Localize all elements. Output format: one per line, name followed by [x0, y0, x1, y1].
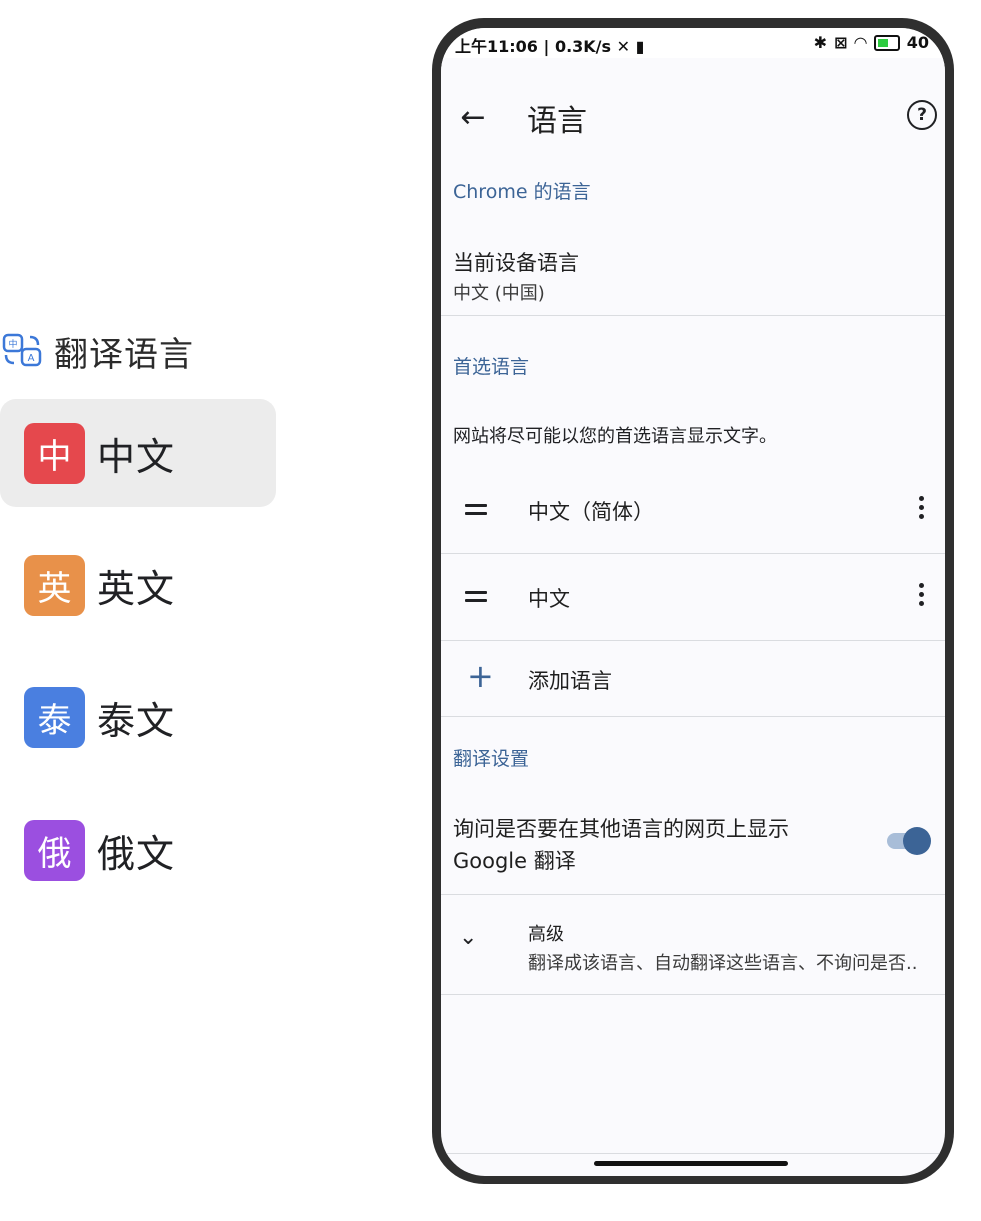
status-right: ✱ ⊠ ◠ 40	[814, 33, 929, 52]
svg-text:中: 中	[8, 338, 17, 350]
status-bar: 上午11:06 | 0.3K/s ✕ ▮ ✱ ⊠ ◠ 40	[441, 28, 945, 58]
language-option-thai[interactable]: 泰 泰文	[0, 663, 276, 771]
home-indicator[interactable]	[594, 1161, 788, 1166]
russian-badge-icon: 俄	[24, 819, 85, 881]
language-option-label: 俄文	[97, 831, 176, 876]
chrome-languages-header: Chrome 的语言	[453, 181, 591, 203]
wifi-icon: ◠	[854, 33, 867, 52]
language-option-label: 泰文	[97, 698, 176, 743]
divider	[441, 716, 945, 717]
sim-icon: ⊠	[834, 33, 848, 52]
help-icon[interactable]: ?	[907, 100, 937, 130]
add-language-label: 添加语言	[528, 669, 612, 693]
offer-translate-subtitle: Google 翻译	[453, 849, 576, 873]
preferred-languages-description: 网站将尽可能以您的首选语言显示文字。	[453, 426, 777, 447]
svg-text:A: A	[28, 353, 35, 364]
language-option-label: 中文	[97, 434, 176, 479]
battery-icon	[873, 34, 900, 51]
language-option-label: 英文	[97, 566, 176, 611]
add-language-row[interactable]: + 添加语言	[441, 641, 945, 715]
app-bar: ← 语言 ?	[441, 58, 945, 158]
preferred-language-row: 中文（简体）	[441, 466, 945, 552]
network-speed: 0.3K/s	[554, 37, 612, 56]
phone-screen: 上午11:06 | 0.3K/s ✕ ▮ ✱ ⊠ ◠ 40 ← 语言 ? Chr…	[441, 28, 945, 1176]
page-title: 语言	[527, 104, 587, 139]
translate-icon: 中 A	[0, 329, 44, 373]
language-option-chinese[interactable]: 中 中文	[0, 399, 276, 507]
translation-language-header: 中 A 翻译语言	[0, 326, 194, 376]
preferred-languages-header: 首选语言	[453, 356, 530, 378]
device-language-value: 中文 (中国)	[453, 283, 545, 304]
device-language-title: 当前设备语言	[453, 251, 579, 275]
drag-handle-icon[interactable]	[465, 591, 487, 607]
translation-language-title: 翻译语言	[54, 334, 194, 375]
plus-icon: +	[467, 657, 494, 695]
bottom-divider	[441, 1153, 945, 1154]
bluetooth-icon: ✱	[813, 33, 828, 52]
divider	[441, 315, 945, 316]
advanced-subtitle: 翻译成该语言、自动翻译这些语言、不询问是否..	[528, 953, 918, 974]
status-time: 上午11:06	[455, 37, 538, 56]
mute-icon: ✕	[616, 37, 631, 56]
preferred-language-row: 中文	[441, 554, 945, 640]
divider	[441, 994, 945, 995]
chevron-down-icon: ⌄	[459, 925, 478, 950]
more-options-icon[interactable]	[917, 583, 925, 606]
trash-icon: ▮	[635, 37, 645, 56]
translation-language-panel: 中 A 翻译语言 中 中文 英 英文 泰 泰文 俄 俄文	[0, 0, 300, 1221]
preferred-language-label: 中文（简体）	[528, 500, 654, 524]
thai-badge-icon: 泰	[24, 686, 85, 748]
offer-translate-title: 询问是否要在其他语言的网页上显示	[453, 817, 789, 841]
translate-settings-header: 翻译设置	[453, 748, 530, 770]
battery-level: 40	[906, 33, 929, 52]
language-option-russian[interactable]: 俄 俄文	[0, 796, 276, 904]
device-language-row[interactable]: 当前设备语言 中文 (中国)	[441, 228, 945, 314]
language-option-english[interactable]: 英 英文	[0, 531, 276, 639]
offer-translate-row[interactable]: 询问是否要在其他语言的网页上显示 Google 翻译	[441, 798, 945, 894]
advanced-row[interactable]: ⌄ 高级 翻译成该语言、自动翻译这些语言、不询问是否..	[441, 895, 945, 993]
back-arrow-icon[interactable]: ←	[455, 99, 491, 135]
phone-frame: 上午11:06 | 0.3K/s ✕ ▮ ✱ ⊠ ◠ 40 ← 语言 ? Chr…	[432, 18, 954, 1184]
offer-translate-toggle[interactable]	[887, 825, 931, 857]
more-options-icon[interactable]	[917, 496, 925, 519]
chinese-badge-icon: 中	[24, 422, 85, 484]
english-badge-icon: 英	[24, 554, 85, 616]
drag-handle-icon[interactable]	[465, 504, 487, 520]
advanced-title: 高级	[528, 924, 564, 945]
status-left: 上午11:06 | 0.3K/s ✕ ▮	[455, 37, 645, 56]
preferred-language-label: 中文	[528, 587, 570, 611]
